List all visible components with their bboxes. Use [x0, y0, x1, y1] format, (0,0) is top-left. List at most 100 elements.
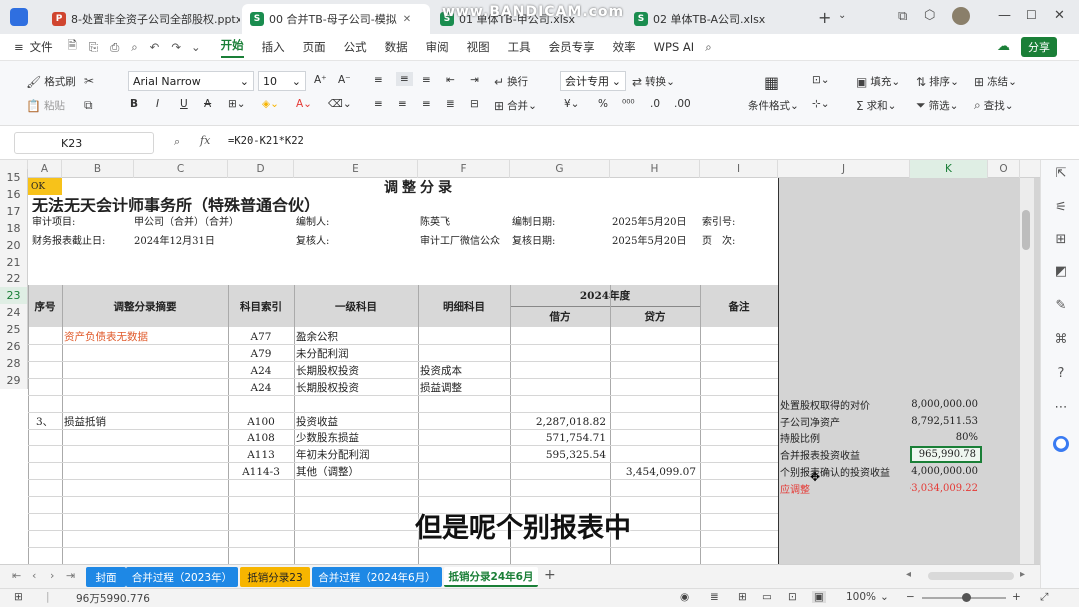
- row-header-23[interactable]: 23: [0, 287, 28, 304]
- tab-pptx[interactable]: P 8-处置非全资子公司全部股权.pptx: [44, 4, 240, 34]
- level1-account-cell[interactable]: [296, 497, 418, 514]
- underline-icon[interactable]: U: [180, 98, 188, 110]
- cell-style-icon[interactable]: ⊡⌄: [812, 74, 830, 86]
- detail-account-cell[interactable]: [420, 396, 510, 413]
- detail-account-cell[interactable]: 损益调整: [420, 379, 510, 396]
- merge-button[interactable]: ⊞ 合并 ⌄: [494, 98, 537, 113]
- credit-cell[interactable]: [610, 413, 700, 430]
- row-header-22[interactable]: 22: [0, 270, 28, 287]
- clear-format-icon[interactable]: ⌫⌄: [328, 98, 352, 110]
- zoom-level[interactable]: 100%: [846, 591, 876, 603]
- row-header-21[interactable]: 21: [0, 254, 28, 271]
- row-header-29[interactable]: 29: [0, 372, 28, 389]
- row-header-16[interactable]: 16: [0, 186, 28, 203]
- account-index-cell[interactable]: [228, 531, 294, 548]
- row-header-15[interactable]: 15: [0, 169, 28, 186]
- name-box[interactable]: K23: [14, 132, 154, 154]
- debit-cell[interactable]: [510, 463, 610, 480]
- font-color-icon[interactable]: A⌄: [296, 98, 312, 110]
- account-index-cell[interactable]: A77: [228, 328, 294, 345]
- level1-account-cell[interactable]: 盈余公积: [296, 328, 418, 345]
- strikethrough-icon[interactable]: A: [204, 98, 211, 110]
- level1-account-cell[interactable]: 年初未分配利润: [296, 446, 418, 463]
- decimal-increase-icon[interactable]: .0: [650, 98, 660, 110]
- summary-cell[interactable]: [64, 514, 228, 531]
- prev-sheet-icon[interactable]: ‹: [32, 569, 36, 582]
- summary-cell[interactable]: [64, 396, 228, 413]
- wrap-button[interactable]: ↵ 换行: [494, 74, 528, 89]
- seq-cell[interactable]: [30, 429, 62, 446]
- tab-consolidated-tb[interactable]: S 00 合并TB-母子公司-模拟 ✕: [242, 4, 430, 34]
- side-label[interactable]: 持股比例: [780, 429, 910, 446]
- eye-protection-icon[interactable]: ◉: [680, 591, 689, 603]
- credit-cell[interactable]: [610, 328, 700, 345]
- fx-icon[interactable]: fx: [200, 134, 210, 147]
- align-left-icon[interactable]: ≡: [374, 98, 383, 110]
- level1-account-cell[interactable]: 投资收益: [296, 413, 418, 430]
- account-index-cell[interactable]: A79: [228, 345, 294, 362]
- level1-account-cell[interactable]: [296, 480, 418, 497]
- align-top-icon[interactable]: ≡: [374, 74, 383, 86]
- account-index-cell[interactable]: A108: [228, 429, 294, 446]
- tools-icon[interactable]: ✎: [1053, 298, 1069, 314]
- level1-account-cell[interactable]: [296, 531, 418, 548]
- cube-icon[interactable]: ⬡: [924, 8, 935, 23]
- first-sheet-icon[interactable]: ⇤: [12, 569, 21, 582]
- detail-account-cell[interactable]: [420, 328, 510, 345]
- side-value[interactable]: 4,000,000.00: [910, 463, 982, 480]
- account-index-cell[interactable]: A113: [228, 446, 294, 463]
- row-header-24[interactable]: 24: [0, 304, 28, 321]
- distribute-icon[interactable]: ⊟: [470, 98, 479, 110]
- side-label[interactable]: 合并报表投资收益: [780, 446, 910, 463]
- redo-icon[interactable]: ↷: [171, 40, 181, 54]
- zoom-out-icon[interactable]: −: [906, 591, 915, 603]
- summary-cell[interactable]: 损益抵销: [64, 413, 228, 430]
- account-index-cell[interactable]: A24: [228, 379, 294, 396]
- more-icon[interactable]: ⌄: [191, 40, 201, 54]
- credit-cell[interactable]: 3,454,099.07: [610, 463, 700, 480]
- zoom-dropdown-icon[interactable]: ⌄: [880, 591, 889, 603]
- summary-cell[interactable]: [64, 345, 228, 362]
- more-dots-icon[interactable]: ⋯: [1053, 400, 1069, 416]
- seq-cell[interactable]: [30, 396, 62, 413]
- number-format-select[interactable]: 会计专用 ⌄: [560, 71, 626, 91]
- sort-button[interactable]: ⇅ 排序 ⌄: [916, 74, 959, 89]
- table-style-icon[interactable]: ▦: [764, 73, 779, 92]
- side-value[interactable]: 8,000,000.00: [910, 396, 982, 413]
- seq-cell[interactable]: 3、: [30, 413, 62, 430]
- seq-cell[interactable]: [30, 379, 62, 396]
- column-header-a[interactable]: A: [28, 160, 62, 178]
- sheet-tab-4[interactable]: 合并过程（2024年6月）: [312, 567, 442, 587]
- undo-icon[interactable]: ↶: [150, 40, 160, 54]
- detail-account-cell[interactable]: [420, 345, 510, 362]
- menu-formula[interactable]: 公式: [344, 39, 367, 55]
- cloud-icon[interactable]: ☁: [997, 39, 1010, 54]
- summary-cell[interactable]: [64, 446, 228, 463]
- sheet-tab-1[interactable]: 封面: [86, 567, 126, 587]
- copy-button[interactable]: ⧉: [84, 98, 96, 113]
- select-icon[interactable]: ⇱: [1053, 166, 1069, 182]
- debit-cell[interactable]: [510, 345, 610, 362]
- account-index-cell[interactable]: [228, 480, 294, 497]
- summary-cell[interactable]: [64, 480, 228, 497]
- formula-input[interactable]: =K20-K21*K22: [228, 135, 304, 147]
- close-window-icon[interactable]: ✕: [1054, 8, 1065, 23]
- align-bottom-icon[interactable]: ≡: [422, 74, 431, 86]
- sheet-tab-3[interactable]: 抵销分录23: [240, 567, 310, 587]
- chevron-down-icon[interactable]: ⌄: [838, 10, 846, 21]
- border-icon[interactable]: ⊞⌄: [228, 98, 246, 110]
- print-icon[interactable]: ⎙: [110, 40, 119, 55]
- row-header-20[interactable]: 20: [0, 237, 28, 254]
- level1-account-cell[interactable]: [296, 514, 418, 531]
- column-header-o[interactable]: O: [988, 160, 1020, 178]
- align-center-icon[interactable]: ≡: [398, 98, 407, 110]
- find-button[interactable]: ⌕ 查找 ⌄: [974, 98, 1014, 113]
- last-sheet-icon[interactable]: ⇥: [66, 569, 75, 582]
- percent-icon[interactable]: %: [598, 98, 608, 110]
- side-label[interactable]: 子公司净资产: [780, 413, 910, 430]
- debit-cell[interactable]: [510, 379, 610, 396]
- menu-page[interactable]: 页面: [303, 39, 326, 55]
- summary-cell[interactable]: [64, 531, 228, 548]
- align-right-icon[interactable]: ≡: [422, 98, 431, 110]
- scroll-right-icon[interactable]: ▸: [1020, 569, 1025, 580]
